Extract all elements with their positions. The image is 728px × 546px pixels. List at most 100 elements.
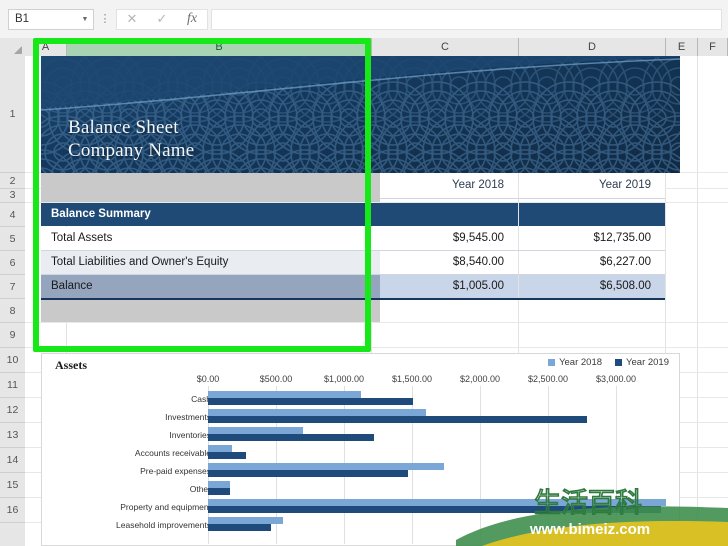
grid-line-h — [25, 347, 728, 348]
column-header-f[interactable]: F — [698, 38, 728, 56]
bar-year-2018[interactable] — [208, 391, 361, 398]
row-header-16[interactable]: 16 — [0, 498, 25, 523]
row-header-15[interactable]: 15 — [0, 473, 25, 498]
row-header-5[interactable]: 5 — [0, 227, 25, 251]
spreadsheet-grid[interactable]: Balance Sheet Company Name Year 2018 Yea… — [25, 56, 728, 546]
insert-function-icon[interactable]: fx — [177, 10, 207, 29]
banner-titles: Balance Sheet Company Name — [68, 116, 194, 162]
cell-c4-summary-fill[interactable] — [380, 203, 518, 226]
x-tick-label: $3,000.00 — [595, 374, 637, 384]
category-label: Property and equipment — [120, 502, 211, 512]
row-header-13[interactable]: 13 — [0, 423, 25, 448]
category-label: Accounts receivable — [134, 448, 211, 458]
cell-b5-label[interactable]: Total Assets — [41, 227, 380, 250]
formula-actions: ✕ ✓ fx — [116, 8, 208, 30]
column-headers: A B C D E F — [0, 38, 728, 57]
row-header-12[interactable]: 12 — [0, 398, 25, 423]
cell-d7-value[interactable]: $6,508.00 — [519, 275, 665, 298]
cell-d2-year-2019[interactable]: Year 2019 — [519, 173, 665, 198]
bar-year-2019[interactable] — [208, 398, 414, 405]
category-label: Investments — [165, 412, 211, 422]
cell-b6-label[interactable]: Total Liabilities and Owner's Equity — [41, 251, 380, 274]
page-title: Balance Sheet — [68, 117, 179, 138]
bar-year-2019[interactable] — [208, 524, 272, 531]
category-label: Pre-paid expenses — [140, 466, 211, 476]
row-header-4[interactable]: 4 — [0, 203, 25, 227]
bar-year-2019[interactable] — [208, 488, 231, 495]
row-header-14[interactable]: 14 — [0, 448, 25, 473]
legend-swatch-icon — [615, 359, 623, 366]
legend-label: Year 2018 — [559, 357, 603, 368]
header-underline — [380, 198, 665, 199]
x-tick-label: $2,000.00 — [459, 374, 501, 384]
bar-year-2018[interactable] — [208, 463, 444, 470]
cell-c2-year-2018[interactable]: Year 2018 — [380, 173, 518, 198]
row-header-3[interactable]: 3 — [0, 189, 25, 203]
legend-item-year-2018[interactable]: Year 2018 — [548, 357, 602, 368]
column-header-e[interactable]: E — [666, 38, 698, 56]
select-all-corner[interactable] — [0, 38, 26, 56]
column-header-a[interactable]: A — [25, 38, 67, 56]
cell-c5-value[interactable]: $9,545.00 — [380, 227, 518, 250]
bar-year-2018[interactable] — [208, 409, 427, 416]
cancel-icon[interactable]: ✕ — [117, 10, 147, 29]
more-options-icon[interactable]: ⋮ — [96, 14, 114, 25]
row-header-2[interactable]: 2 — [0, 173, 25, 189]
formula-input[interactable] — [211, 8, 722, 30]
select-all-icon — [14, 46, 22, 54]
x-tick-label: $2,500.00 — [527, 374, 569, 384]
row-header-11[interactable]: 11 — [0, 373, 25, 398]
bar-year-2019[interactable] — [208, 416, 587, 423]
bar-year-2018[interactable] — [208, 499, 666, 506]
row-header-6[interactable]: 6 — [0, 251, 25, 275]
chart-plot-area — [208, 386, 666, 544]
legend-swatch-icon — [548, 359, 556, 366]
grid-line-h — [25, 322, 728, 323]
cell-b8-spacer[interactable] — [41, 300, 380, 322]
legend-item-year-2019[interactable]: Year 2019 — [615, 357, 669, 368]
row-header-9[interactable]: 9 — [0, 323, 25, 348]
column-header-c[interactable]: C — [372, 38, 519, 56]
confirm-icon[interactable]: ✓ — [147, 10, 177, 29]
row-header-10[interactable]: 10 — [0, 348, 25, 373]
formula-bar: B1 ▼ ⋮ ✕ ✓ fx — [0, 0, 728, 39]
chart-title: Assets — [55, 358, 87, 372]
name-box[interactable]: B1 ▼ — [8, 8, 94, 30]
cell-d6-value[interactable]: $6,227.00 — [519, 251, 665, 274]
cell-b7-label[interactable]: Balance — [41, 275, 380, 298]
chart-gridline — [616, 386, 617, 544]
x-tick-label: $0.00 — [196, 374, 220, 384]
bar-year-2018[interactable] — [208, 517, 283, 524]
category-label: Leasehold improvements — [116, 520, 211, 530]
column-header-b[interactable]: B — [67, 38, 372, 56]
chart-gridline — [548, 386, 549, 544]
row-header-1[interactable]: 1 — [0, 56, 25, 173]
row-headers: 1 2 3 4 5 6 7 8 9 10 11 12 13 14 15 16 — [0, 56, 26, 546]
category-label: Inventories — [169, 430, 211, 440]
assets-chart[interactable]: Assets Year 2018 Year 2019 $0.00 $500.00… — [41, 353, 680, 546]
x-tick-label: $1,000.00 — [323, 374, 365, 384]
bar-year-2019[interactable] — [208, 470, 408, 477]
cell-b2-spacer[interactable] — [41, 173, 380, 202]
cell-c7-value[interactable]: $1,005.00 — [380, 275, 518, 298]
bar-year-2018[interactable] — [208, 481, 231, 488]
legend-label: Year 2019 — [626, 357, 669, 368]
balance-sheet-banner: Balance Sheet Company Name — [41, 56, 680, 173]
cell-c6-value[interactable]: $8,540.00 — [380, 251, 518, 274]
chart-gridline — [480, 386, 481, 544]
row-header-8[interactable]: 8 — [0, 299, 25, 323]
chevron-down-icon[interactable]: ▼ — [77, 10, 93, 29]
bar-year-2018[interactable] — [208, 427, 304, 434]
bar-year-2019[interactable] — [208, 452, 247, 459]
row-header-7[interactable]: 7 — [0, 275, 25, 299]
bar-year-2019[interactable] — [208, 506, 662, 513]
cell-d4-summary-fill[interactable] — [519, 203, 665, 226]
bar-year-2019[interactable] — [208, 434, 375, 441]
bar-year-2018[interactable] — [208, 445, 232, 452]
cell-d5-value[interactable]: $12,735.00 — [519, 227, 665, 250]
chart-legend: Year 2018 Year 2019 — [548, 357, 669, 368]
cell-b4-balance-summary[interactable]: Balance Summary — [41, 203, 380, 226]
excel-window: B1 ▼ ⋮ ✕ ✓ fx A B C D E F 1 2 3 4 5 6 7 … — [0, 0, 728, 546]
x-tick-label: $1,500.00 — [391, 374, 433, 384]
column-header-d[interactable]: D — [519, 38, 666, 56]
